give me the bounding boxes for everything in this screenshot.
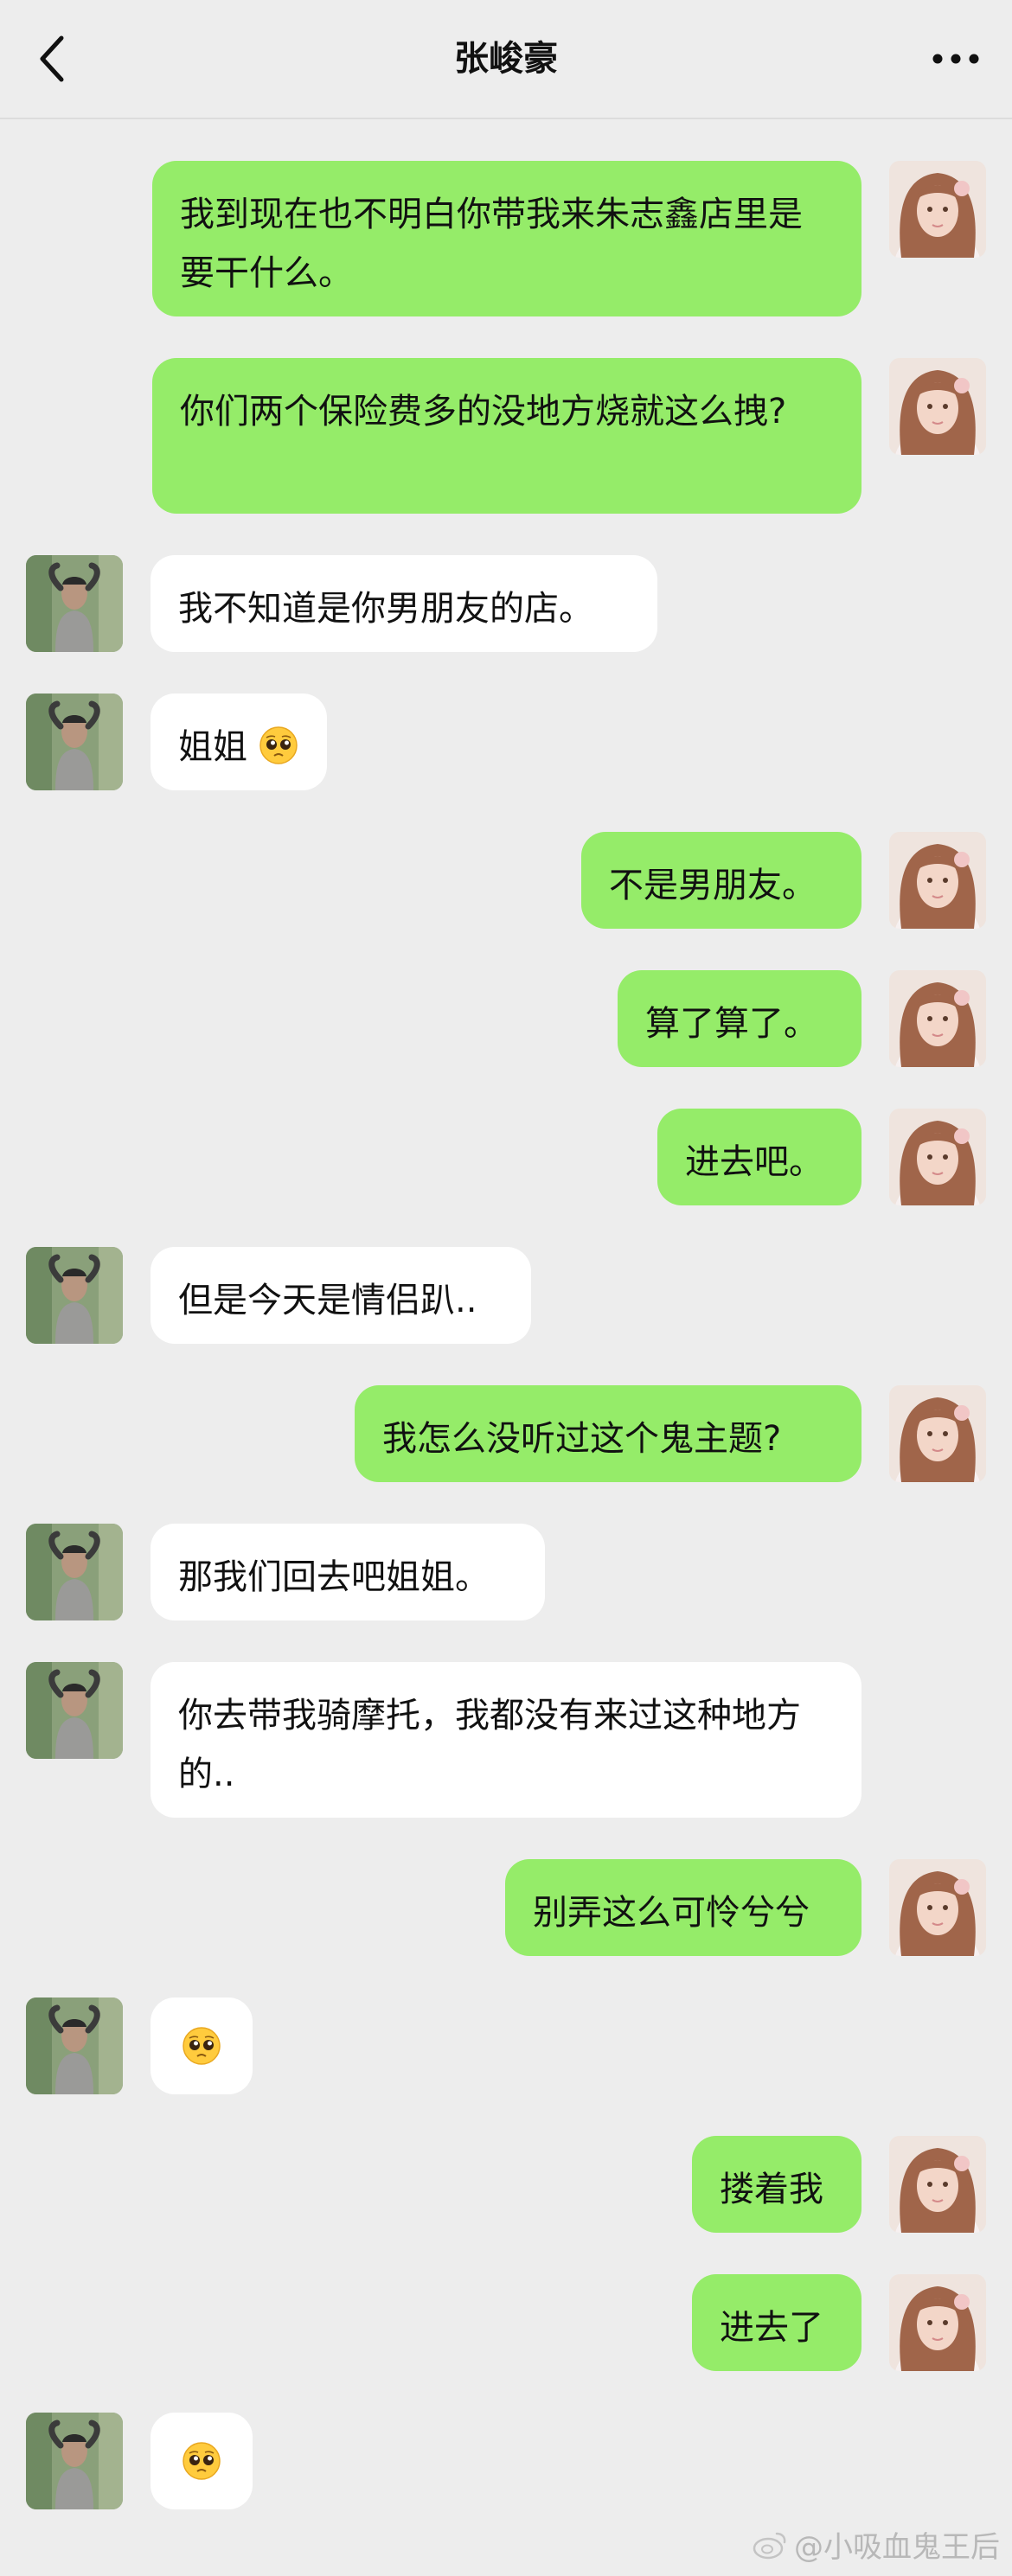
more-button[interactable] bbox=[926, 33, 986, 85]
contact-avatar[interactable] bbox=[26, 555, 123, 652]
own-avatar[interactable] bbox=[889, 2136, 986, 2233]
contact-avatar[interactable] bbox=[26, 1247, 123, 1344]
received-message-bubble[interactable] bbox=[151, 2413, 253, 2509]
pleading-face-icon bbox=[183, 2442, 221, 2480]
sent-message-bubble[interactable]: 我怎么没听过这个鬼主题? bbox=[355, 1385, 861, 1482]
pleading-face-icon bbox=[183, 2027, 221, 2065]
message-text: 我到现在也不明白你带我来朱志鑫店里是要干什么。 bbox=[180, 195, 803, 293]
message-text: 姐姐 bbox=[178, 727, 247, 767]
own-avatar[interactable] bbox=[889, 832, 986, 929]
message-text: 别弄这么可怜兮兮 bbox=[533, 1893, 810, 1933]
message-text: 你们两个保险费多的没地方烧就这么拽? bbox=[180, 392, 787, 431]
received-message-bubble[interactable]: 那我们回去吧姐姐。 bbox=[151, 1524, 545, 1620]
sent-message-bubble[interactable]: 算了算了。 bbox=[618, 970, 861, 1067]
sent-message-bubble[interactable]: 别弄这么可怜兮兮 bbox=[505, 1859, 861, 1956]
message-text: 不是男朋友。 bbox=[609, 866, 817, 905]
own-avatar[interactable] bbox=[889, 358, 986, 455]
own-avatar[interactable] bbox=[889, 161, 986, 258]
watermark: @小吸血鬼王后 bbox=[753, 2523, 1000, 2566]
own-avatar[interactable] bbox=[889, 2274, 986, 2371]
message-text: 进去吧。 bbox=[685, 1142, 823, 1182]
message-text: 你去带我骑摩托，我都没有来过这种地方的.. bbox=[178, 1696, 801, 1794]
sent-message-bubble[interactable]: 不是男朋友。 bbox=[581, 832, 861, 929]
sent-message-bubble[interactable]: 进去了 bbox=[692, 2274, 861, 2371]
sent-message-bubble[interactable]: 搂着我 bbox=[692, 2136, 861, 2233]
received-message-bubble[interactable]: 你去带我骑摩托，我都没有来过这种地方的.. bbox=[151, 1662, 861, 1818]
contact-avatar[interactable] bbox=[26, 2413, 123, 2509]
message-text: 搂着我 bbox=[720, 2170, 823, 2209]
message-text: 那我们回去吧姐姐。 bbox=[178, 1557, 490, 1597]
chat-header: 张峻豪 bbox=[0, 0, 1012, 119]
pleading-face-icon bbox=[259, 726, 298, 764]
own-avatar[interactable] bbox=[889, 1109, 986, 1205]
message-text: 进去了 bbox=[720, 2308, 823, 2348]
weibo-icon bbox=[753, 2532, 786, 2559]
contact-avatar[interactable] bbox=[26, 1662, 123, 1759]
received-message-bubble[interactable]: 姐姐 bbox=[151, 694, 327, 790]
message-text: 但是今天是情侣趴.. bbox=[178, 1281, 477, 1320]
sent-message-bubble[interactable]: 我到现在也不明白你带我来朱志鑫店里是要干什么。 bbox=[152, 161, 861, 316]
sent-message-bubble[interactable]: 你们两个保险费多的没地方烧就这么拽? bbox=[152, 358, 861, 514]
more-dots-icon bbox=[932, 54, 979, 64]
own-avatar[interactable] bbox=[889, 1385, 986, 1482]
received-message-bubble[interactable]: 但是今天是情侣趴.. bbox=[151, 1247, 531, 1344]
own-avatar[interactable] bbox=[889, 970, 986, 1067]
chat-title: 张峻豪 bbox=[454, 39, 558, 79]
contact-avatar[interactable] bbox=[26, 1998, 123, 2094]
own-avatar[interactable] bbox=[889, 1859, 986, 1956]
message-text: 算了算了。 bbox=[645, 1004, 818, 1044]
received-message-bubble[interactable] bbox=[151, 1998, 253, 2094]
message-text: 我怎么没听过这个鬼主题? bbox=[382, 1419, 782, 1459]
watermark-text: @小吸血鬼王后 bbox=[794, 2530, 1000, 2565]
contact-avatar[interactable] bbox=[26, 1524, 123, 1620]
message-text: 我不知道是你男朋友的店。 bbox=[178, 589, 593, 629]
contact-avatar[interactable] bbox=[26, 694, 123, 790]
received-message-bubble[interactable]: 我不知道是你男朋友的店。 bbox=[151, 555, 657, 652]
sent-message-bubble[interactable]: 进去吧。 bbox=[657, 1109, 861, 1205]
